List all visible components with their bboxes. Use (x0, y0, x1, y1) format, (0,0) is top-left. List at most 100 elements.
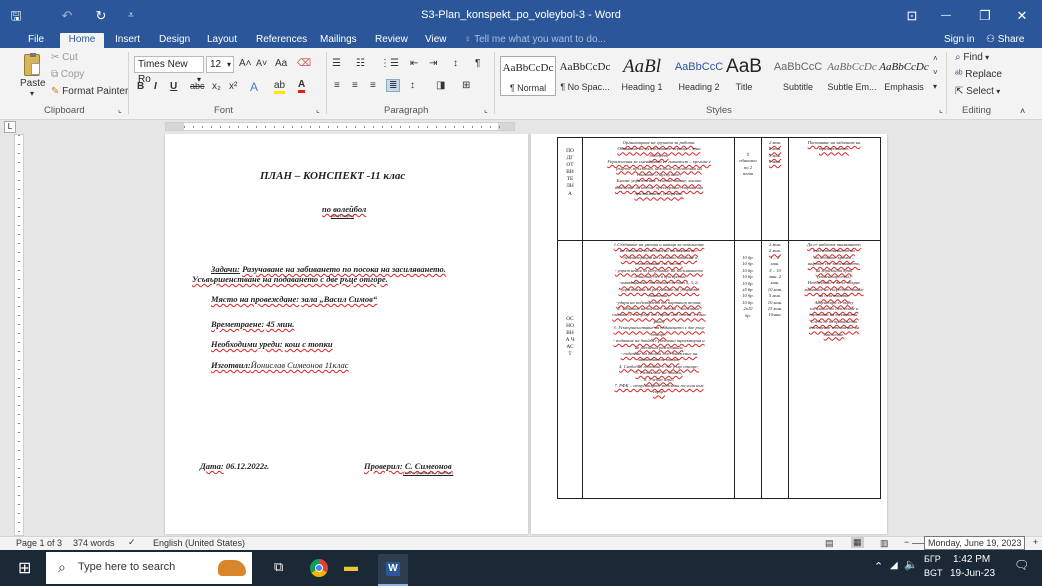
paragraph-launcher-icon[interactable]: ⌞ (484, 105, 488, 114)
font-launcher-icon[interactable]: ⌞ (316, 105, 320, 114)
tab-selector-button[interactable]: L (4, 121, 16, 133)
find-button[interactable]: ⌕ Find ▾ (955, 52, 989, 63)
clear-formatting-icon[interactable]: ⌫ (297, 58, 311, 69)
font-color-icon[interactable]: A (298, 80, 306, 93)
style-heading-1[interactable]: AaBl Heading 1 (614, 56, 670, 96)
styles-more-icon[interactable]: ▾ (933, 82, 937, 91)
tell-me-search[interactable]: ♀ Tell me what you want to do... (462, 33, 608, 48)
file-explorer-icon[interactable]: ▬ (344, 558, 358, 574)
zoom-in-button[interactable]: + (1033, 537, 1038, 547)
tab-references[interactable]: References (254, 33, 309, 48)
copy-label: Copy (60, 69, 85, 80)
task-view-icon[interactable]: ⧉ (274, 559, 283, 575)
borders-icon[interactable]: ⊞ (462, 80, 470, 91)
strikethrough-button[interactable]: abc (190, 81, 205, 91)
page-2[interactable]: ПОДГОТВИТЕЛНА Организиране на групата за… (531, 134, 887, 534)
share-button[interactable]: ⚇ Share (984, 33, 1026, 48)
taskbar-search-box[interactable]: ⌕ Type here to search (46, 552, 252, 584)
word-count[interactable]: 374 words (73, 538, 115, 548)
justify-icon[interactable]: ≣ (386, 79, 401, 92)
clock-time[interactable]: 1:42 PM (953, 554, 990, 565)
align-right-icon[interactable]: ≡ (370, 80, 376, 91)
style-subtle-emphasis[interactable]: AaBbCcDc Subtle Em... (824, 56, 880, 96)
change-case-icon[interactable]: Aa (275, 58, 287, 69)
page-1[interactable]: ПЛАН – КОНСПЕКТ -11 клас по волейбол (ви… (165, 134, 528, 534)
sort-icon[interactable]: ↕ (453, 58, 458, 69)
clipboard-launcher-icon[interactable]: ⌞ (118, 105, 122, 114)
line-spacing-icon[interactable]: ↕ (410, 80, 415, 91)
shrink-font-icon[interactable]: A˅ (256, 58, 267, 68)
chrome-icon[interactable] (310, 559, 328, 577)
format-painter-button[interactable]: ✎ Format Painter (51, 86, 128, 97)
tab-design[interactable]: Design (157, 33, 192, 48)
minimize-button[interactable]: — (935, 6, 957, 26)
font-size-dropdown-icon[interactable]: ▾ (227, 57, 231, 72)
tab-mailings[interactable]: Mailings (318, 33, 359, 48)
show-hidden-icons[interactable]: ⌃ (874, 560, 883, 573)
clock-date[interactable]: 19-Jun-23 (950, 568, 995, 579)
tab-home[interactable]: Home (60, 33, 104, 48)
network-icon[interactable]: ◢ (890, 560, 898, 571)
bullets-icon[interactable]: ☰ (332, 58, 341, 69)
underline-button[interactable]: U (170, 81, 177, 92)
copy-button[interactable]: ⧉ Copy (51, 69, 84, 80)
language-indicator[interactable]: English (United States) (153, 538, 245, 548)
cut-button[interactable]: ✂ Cut (51, 52, 78, 63)
replace-button[interactable]: ᵃᵇ Replace (955, 69, 1002, 80)
superscript-button[interactable]: x² (229, 81, 237, 92)
italic-button[interactable]: I (154, 81, 157, 92)
input-language-top[interactable]: БГР (924, 554, 941, 564)
start-button[interactable]: ⊞ (18, 558, 31, 578)
center-icon[interactable]: ≡ (352, 80, 358, 91)
tab-view[interactable]: View (423, 33, 449, 48)
word-taskbar-icon[interactable]: W (378, 554, 408, 586)
subscript-button[interactable]: x₂ (212, 81, 221, 92)
styles-scroll-down-icon[interactable]: ˅ (933, 68, 938, 77)
print-layout-icon[interactable]: ▦ (851, 537, 864, 548)
style-emphasis[interactable]: AaBbCcDc Emphasis (876, 56, 932, 96)
paste-dropdown-icon[interactable]: ▾ (20, 89, 44, 98)
styles-scroll-up-icon[interactable]: ˄ (933, 54, 938, 63)
proofing-icon[interactable]: ✓ (128, 537, 136, 548)
style-normal[interactable]: AaBbCcDc ¶ Normal (500, 56, 556, 96)
vertical-ruler[interactable] (14, 134, 24, 536)
decrease-indent-icon[interactable]: ⇤ (410, 58, 418, 69)
tab-file[interactable]: File (26, 33, 46, 48)
horizontal-ruler[interactable] (165, 122, 515, 131)
shading-icon[interactable]: ◨ (436, 80, 445, 91)
font-name-value: Times New Ro (138, 59, 188, 85)
close-button[interactable]: ✕ (1011, 6, 1033, 26)
read-mode-icon[interactable]: ▤ (825, 538, 834, 549)
font-name-combo[interactable]: Times New Ro ▾ (134, 56, 204, 85)
document-area[interactable]: ПЛАН – КОНСПЕКТ -11 клас по волейбол (ви… (14, 134, 1042, 536)
bold-button[interactable]: B (137, 81, 144, 92)
tab-insert[interactable]: Insert (113, 33, 142, 48)
numbering-icon[interactable]: ☷ (356, 58, 365, 69)
increase-indent-icon[interactable]: ⇥ (429, 58, 437, 69)
style-title[interactable]: AaB Title (716, 56, 772, 96)
font-size-combo[interactable]: 12 ▾ (206, 56, 234, 73)
show-formatting-icon[interactable]: ¶ (475, 58, 480, 69)
notification-icon[interactable]: 🗨 (1014, 558, 1029, 572)
volume-icon[interactable]: 🔈 (904, 558, 918, 571)
tab-review[interactable]: Review (373, 33, 410, 48)
style-no-spacing[interactable]: AaBbCcDc ¶ No Spac... (557, 56, 613, 96)
web-layout-icon[interactable]: ▥ (880, 538, 889, 549)
zoom-out-button[interactable]: − (904, 537, 909, 547)
tab-layout[interactable]: Layout (205, 33, 239, 48)
grow-font-icon[interactable]: A˄ (239, 58, 252, 69)
ribbon-display-options-icon[interactable]: ⊡ (902, 6, 922, 26)
style-subtitle[interactable]: AaBbCcC Subtitle (770, 56, 826, 96)
collapse-ribbon-icon[interactable]: ˄ (1020, 106, 1025, 116)
paste-button[interactable]: Paste ▾ (20, 52, 46, 100)
text-effects-icon[interactable]: A (250, 80, 258, 94)
signin-link[interactable]: Sign in (942, 33, 977, 48)
align-left-icon[interactable]: ≡ (334, 80, 340, 91)
multilevel-list-icon[interactable]: ⋮☰ (380, 58, 399, 69)
maximize-button[interactable]: ❐ (974, 6, 996, 26)
page-count[interactable]: Page 1 of 3 (16, 538, 62, 548)
select-button[interactable]: ⇱ Select ▾ (955, 86, 1000, 97)
styles-launcher-icon[interactable]: ⌞ (939, 105, 943, 114)
highlight-color-icon[interactable]: ab (274, 81, 286, 94)
input-language-bottom[interactable]: BGT (924, 568, 943, 578)
